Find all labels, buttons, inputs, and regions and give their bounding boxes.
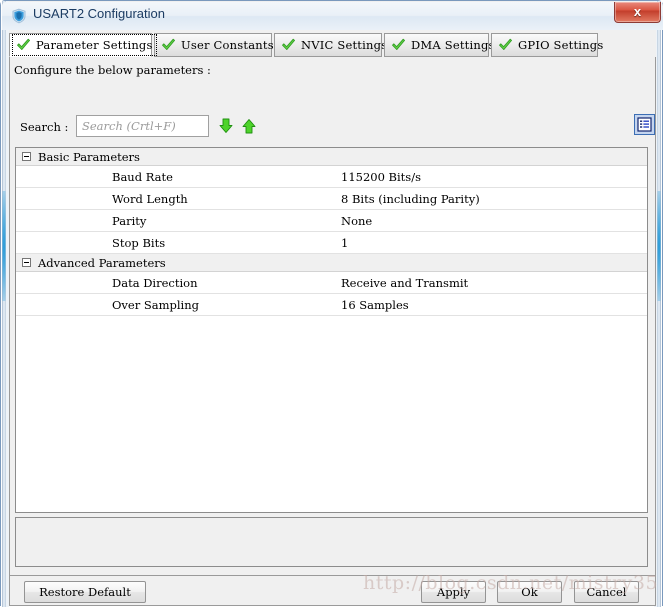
table-row[interactable]: Baud Rate 115200 Bits/s	[16, 166, 647, 188]
window-left-edge-glow	[1, 1, 9, 607]
green-check-icon	[391, 38, 406, 52]
param-value: Receive and Transmit	[341, 275, 469, 290]
param-name: Stop Bits	[112, 235, 166, 250]
parameter-settings-panel: Configure the below parameters : Search …	[9, 57, 656, 575]
arrow-down-icon[interactable]	[217, 117, 235, 135]
shield-icon	[11, 8, 27, 24]
param-value: 1	[341, 235, 349, 250]
green-check-icon	[16, 38, 31, 52]
list-view-icon[interactable]	[634, 114, 655, 135]
param-name: Over Sampling	[112, 297, 200, 312]
group-header-advanced-parameters[interactable]: Advanced Parameters	[16, 254, 647, 272]
table-row[interactable]: Stop Bits 1	[16, 232, 647, 254]
tab-user-constants[interactable]: User Constants	[154, 33, 274, 57]
green-check-icon	[281, 38, 296, 52]
cancel-button[interactable]: Cancel	[574, 581, 639, 603]
tab-label: GPIO Settings	[518, 38, 604, 52]
green-check-icon	[161, 38, 176, 52]
window-title: USART2 Configuration	[33, 6, 165, 21]
group-title: Advanced Parameters	[38, 255, 166, 270]
tab-bar: Parameter Settings User Constants NVIC S…	[9, 33, 656, 58]
collapse-icon[interactable]	[22, 152, 31, 161]
search-input[interactable]	[76, 115, 209, 137]
ok-button[interactable]: Ok	[497, 581, 562, 603]
group-header-basic-parameters[interactable]: Basic Parameters	[16, 148, 647, 166]
search-row: Search :	[14, 114, 655, 141]
title-bar[interactable]: USART2 Configuration x	[2, 2, 663, 30]
table-row[interactable]: Word Length 8 Bits (including Parity)	[16, 188, 647, 210]
tab-label: User Constants	[181, 38, 274, 52]
parameters-table[interactable]: Basic Parameters Baud Rate 115200 Bits/s…	[15, 147, 648, 513]
apply-button[interactable]: Apply	[421, 581, 486, 603]
close-icon: x	[633, 4, 642, 19]
param-value: 16 Samples	[341, 297, 409, 312]
param-name: Baud Rate	[112, 169, 173, 184]
parameter-description-panel	[15, 517, 648, 567]
search-label: Search :	[20, 120, 69, 134]
dialog-button-bar: Restore Default Apply Ok Cancel	[9, 575, 656, 606]
tab-dma-settings[interactable]: DMA Settings	[384, 33, 494, 57]
tab-label: Parameter Settings	[36, 38, 153, 52]
param-value: None	[341, 213, 373, 228]
close-button[interactable]: x	[614, 2, 661, 23]
group-title: Basic Parameters	[38, 149, 140, 164]
param-name: Parity	[112, 213, 147, 228]
dialog-client-area: Parameter Settings User Constants NVIC S…	[9, 30, 656, 606]
green-check-icon	[498, 38, 513, 52]
tab-label: NVIC Settings	[301, 38, 388, 52]
tab-label: DMA Settings	[411, 38, 495, 52]
tab-gpio-settings[interactable]: GPIO Settings	[491, 33, 603, 57]
table-row[interactable]: Data Direction Receive and Transmit	[16, 272, 647, 294]
param-value: 115200 Bits/s	[341, 169, 421, 184]
tab-nvic-settings[interactable]: NVIC Settings	[274, 33, 387, 57]
collapse-icon[interactable]	[22, 258, 31, 267]
configure-instruction-label: Configure the below parameters :	[14, 63, 211, 77]
param-name: Word Length	[112, 191, 188, 206]
tab-parameter-settings[interactable]: Parameter Settings	[9, 33, 157, 57]
dialog-window: USART2 Configuration x Parameter Setting…	[0, 0, 663, 607]
arrow-up-icon[interactable]	[240, 117, 258, 135]
restore-default-button[interactable]: Restore Default	[24, 581, 146, 603]
param-value: 8 Bits (including Parity)	[341, 191, 480, 206]
table-row[interactable]: Parity None	[16, 210, 647, 232]
table-row[interactable]: Over Sampling 16 Samples	[16, 294, 647, 316]
param-name: Data Direction	[112, 275, 198, 290]
